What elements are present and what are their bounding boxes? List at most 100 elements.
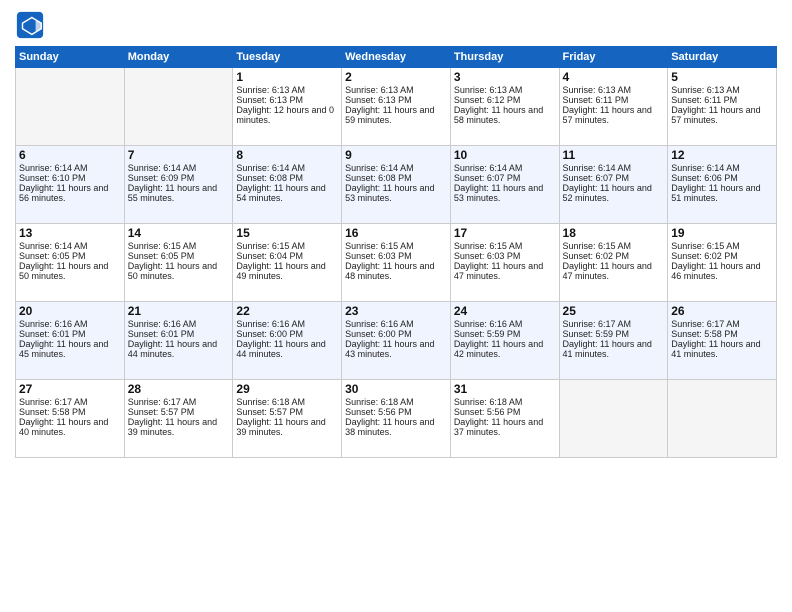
sunset-text: Sunset: 6:05 PM bbox=[128, 251, 230, 261]
calendar-cell: 29Sunrise: 6:18 AMSunset: 5:57 PMDayligh… bbox=[233, 380, 342, 458]
day-number: 23 bbox=[345, 304, 447, 318]
calendar-cell: 31Sunrise: 6:18 AMSunset: 5:56 PMDayligh… bbox=[450, 380, 559, 458]
calendar-week-row: 6Sunrise: 6:14 AMSunset: 6:10 PMDaylight… bbox=[16, 146, 777, 224]
sunrise-text: Sunrise: 6:14 AM bbox=[19, 163, 121, 173]
header bbox=[15, 10, 777, 40]
sunrise-text: Sunrise: 6:18 AM bbox=[345, 397, 447, 407]
header-day: Tuesday bbox=[233, 47, 342, 68]
day-number: 2 bbox=[345, 70, 447, 84]
day-number: 19 bbox=[671, 226, 773, 240]
calendar-cell: 28Sunrise: 6:17 AMSunset: 5:57 PMDayligh… bbox=[124, 380, 233, 458]
day-number: 10 bbox=[454, 148, 556, 162]
sunrise-text: Sunrise: 6:17 AM bbox=[19, 397, 121, 407]
calendar-cell: 9Sunrise: 6:14 AMSunset: 6:08 PMDaylight… bbox=[342, 146, 451, 224]
sunrise-text: Sunrise: 6:17 AM bbox=[671, 319, 773, 329]
daylight-text: Daylight: 11 hours and 37 minutes. bbox=[454, 417, 556, 437]
calendar-cell: 24Sunrise: 6:16 AMSunset: 5:59 PMDayligh… bbox=[450, 302, 559, 380]
sunset-text: Sunset: 6:02 PM bbox=[671, 251, 773, 261]
calendar-cell: 4Sunrise: 6:13 AMSunset: 6:11 PMDaylight… bbox=[559, 68, 668, 146]
header-day: Monday bbox=[124, 47, 233, 68]
calendar-week-row: 27Sunrise: 6:17 AMSunset: 5:58 PMDayligh… bbox=[16, 380, 777, 458]
sunset-text: Sunset: 6:03 PM bbox=[345, 251, 447, 261]
daylight-text: Daylight: 11 hours and 44 minutes. bbox=[236, 339, 338, 359]
sunrise-text: Sunrise: 6:13 AM bbox=[563, 85, 665, 95]
day-number: 31 bbox=[454, 382, 556, 396]
calendar-cell: 2Sunrise: 6:13 AMSunset: 6:13 PMDaylight… bbox=[342, 68, 451, 146]
daylight-text: Daylight: 11 hours and 45 minutes. bbox=[19, 339, 121, 359]
calendar-cell: 7Sunrise: 6:14 AMSunset: 6:09 PMDaylight… bbox=[124, 146, 233, 224]
sunset-text: Sunset: 5:59 PM bbox=[563, 329, 665, 339]
daylight-text: Daylight: 11 hours and 53 minutes. bbox=[454, 183, 556, 203]
day-number: 26 bbox=[671, 304, 773, 318]
daylight-text: Daylight: 11 hours and 48 minutes. bbox=[345, 261, 447, 281]
day-number: 15 bbox=[236, 226, 338, 240]
daylight-text: Daylight: 11 hours and 40 minutes. bbox=[19, 417, 121, 437]
sunrise-text: Sunrise: 6:18 AM bbox=[454, 397, 556, 407]
day-number: 4 bbox=[563, 70, 665, 84]
calendar-table: SundayMondayTuesdayWednesdayThursdayFrid… bbox=[15, 46, 777, 458]
header-day: Saturday bbox=[668, 47, 777, 68]
calendar-cell: 10Sunrise: 6:14 AMSunset: 6:07 PMDayligh… bbox=[450, 146, 559, 224]
sunset-text: Sunset: 5:56 PM bbox=[345, 407, 447, 417]
daylight-text: Daylight: 11 hours and 39 minutes. bbox=[128, 417, 230, 437]
sunrise-text: Sunrise: 6:16 AM bbox=[236, 319, 338, 329]
sunrise-text: Sunrise: 6:16 AM bbox=[128, 319, 230, 329]
calendar-cell bbox=[668, 380, 777, 458]
calendar-cell: 17Sunrise: 6:15 AMSunset: 6:03 PMDayligh… bbox=[450, 224, 559, 302]
sunset-text: Sunset: 6:07 PM bbox=[454, 173, 556, 183]
day-number: 17 bbox=[454, 226, 556, 240]
daylight-text: Daylight: 12 hours and 0 minutes. bbox=[236, 105, 338, 125]
calendar-week-row: 20Sunrise: 6:16 AMSunset: 6:01 PMDayligh… bbox=[16, 302, 777, 380]
sunrise-text: Sunrise: 6:14 AM bbox=[671, 163, 773, 173]
sunset-text: Sunset: 6:01 PM bbox=[19, 329, 121, 339]
sunset-text: Sunset: 5:59 PM bbox=[454, 329, 556, 339]
calendar-cell: 23Sunrise: 6:16 AMSunset: 6:00 PMDayligh… bbox=[342, 302, 451, 380]
day-number: 12 bbox=[671, 148, 773, 162]
sunset-text: Sunset: 6:00 PM bbox=[236, 329, 338, 339]
daylight-text: Daylight: 11 hours and 57 minutes. bbox=[563, 105, 665, 125]
daylight-text: Daylight: 11 hours and 46 minutes. bbox=[671, 261, 773, 281]
daylight-text: Daylight: 11 hours and 47 minutes. bbox=[454, 261, 556, 281]
day-number: 28 bbox=[128, 382, 230, 396]
daylight-text: Daylight: 11 hours and 58 minutes. bbox=[454, 105, 556, 125]
day-number: 18 bbox=[563, 226, 665, 240]
calendar-cell: 8Sunrise: 6:14 AMSunset: 6:08 PMDaylight… bbox=[233, 146, 342, 224]
sunrise-text: Sunrise: 6:18 AM bbox=[236, 397, 338, 407]
calendar-header: SundayMondayTuesdayWednesdayThursdayFrid… bbox=[16, 47, 777, 68]
calendar-cell: 15Sunrise: 6:15 AMSunset: 6:04 PMDayligh… bbox=[233, 224, 342, 302]
calendar-cell: 5Sunrise: 6:13 AMSunset: 6:11 PMDaylight… bbox=[668, 68, 777, 146]
calendar-cell: 30Sunrise: 6:18 AMSunset: 5:56 PMDayligh… bbox=[342, 380, 451, 458]
calendar-week-row: 13Sunrise: 6:14 AMSunset: 6:05 PMDayligh… bbox=[16, 224, 777, 302]
day-number: 22 bbox=[236, 304, 338, 318]
daylight-text: Daylight: 11 hours and 56 minutes. bbox=[19, 183, 121, 203]
daylight-text: Daylight: 11 hours and 49 minutes. bbox=[236, 261, 338, 281]
sunset-text: Sunset: 6:02 PM bbox=[563, 251, 665, 261]
day-number: 24 bbox=[454, 304, 556, 318]
sunset-text: Sunset: 6:00 PM bbox=[345, 329, 447, 339]
day-number: 25 bbox=[563, 304, 665, 318]
daylight-text: Daylight: 11 hours and 39 minutes. bbox=[236, 417, 338, 437]
daylight-text: Daylight: 11 hours and 41 minutes. bbox=[563, 339, 665, 359]
calendar-cell: 27Sunrise: 6:17 AMSunset: 5:58 PMDayligh… bbox=[16, 380, 125, 458]
sunrise-text: Sunrise: 6:14 AM bbox=[236, 163, 338, 173]
calendar-cell: 16Sunrise: 6:15 AMSunset: 6:03 PMDayligh… bbox=[342, 224, 451, 302]
daylight-text: Daylight: 11 hours and 55 minutes. bbox=[128, 183, 230, 203]
sunset-text: Sunset: 5:57 PM bbox=[236, 407, 338, 417]
calendar-cell: 1Sunrise: 6:13 AMSunset: 6:13 PMDaylight… bbox=[233, 68, 342, 146]
sunset-text: Sunset: 6:11 PM bbox=[563, 95, 665, 105]
sunrise-text: Sunrise: 6:15 AM bbox=[671, 241, 773, 251]
daylight-text: Daylight: 11 hours and 57 minutes. bbox=[671, 105, 773, 125]
day-number: 6 bbox=[19, 148, 121, 162]
sunrise-text: Sunrise: 6:16 AM bbox=[345, 319, 447, 329]
sunrise-text: Sunrise: 6:14 AM bbox=[19, 241, 121, 251]
sunrise-text: Sunrise: 6:14 AM bbox=[454, 163, 556, 173]
sunset-text: Sunset: 6:09 PM bbox=[128, 173, 230, 183]
calendar-cell: 11Sunrise: 6:14 AMSunset: 6:07 PMDayligh… bbox=[559, 146, 668, 224]
sunrise-text: Sunrise: 6:13 AM bbox=[345, 85, 447, 95]
header-day: Thursday bbox=[450, 47, 559, 68]
day-number: 30 bbox=[345, 382, 447, 396]
sunrise-text: Sunrise: 6:17 AM bbox=[128, 397, 230, 407]
day-number: 5 bbox=[671, 70, 773, 84]
calendar-cell: 6Sunrise: 6:14 AMSunset: 6:10 PMDaylight… bbox=[16, 146, 125, 224]
sunrise-text: Sunrise: 6:15 AM bbox=[236, 241, 338, 251]
